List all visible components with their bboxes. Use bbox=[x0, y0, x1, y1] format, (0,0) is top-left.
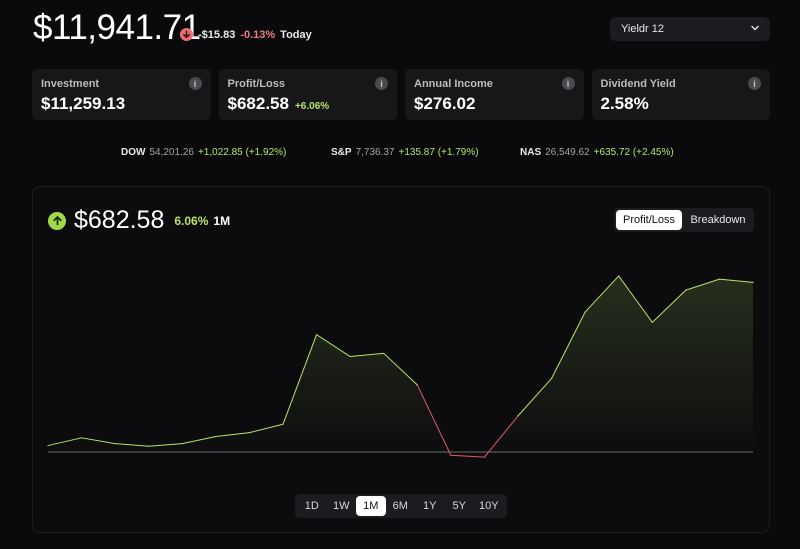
chart-point bbox=[450, 454, 452, 456]
chart-point bbox=[215, 435, 217, 438]
range-5y[interactable]: 5Y bbox=[445, 496, 475, 516]
chart-point bbox=[114, 443, 116, 445]
chart-point bbox=[718, 278, 721, 280]
chart-point bbox=[248, 432, 251, 434]
range-10y[interactable]: 10Y bbox=[474, 496, 504, 516]
performance-chart bbox=[47, 275, 754, 458]
chart-area-fill bbox=[48, 275, 753, 458]
chart-point bbox=[584, 311, 586, 313]
chart-point bbox=[685, 289, 687, 291]
chart-point bbox=[282, 423, 284, 425]
chart-point bbox=[383, 352, 385, 354]
chart-point bbox=[47, 444, 49, 447]
chart-point bbox=[148, 445, 150, 447]
chart-point bbox=[349, 355, 351, 358]
chart-point bbox=[181, 443, 183, 445]
chart-point bbox=[315, 334, 318, 336]
chart-point bbox=[752, 281, 754, 283]
range-1d[interactable]: 1D bbox=[297, 496, 327, 516]
range-1m[interactable]: 1M bbox=[356, 496, 386, 516]
chart-point bbox=[517, 415, 519, 417]
time-range-selector: 1D 1W 1M 6M 1Y 5Y 10Y bbox=[295, 494, 507, 518]
chart-point bbox=[618, 275, 620, 277]
chart-point bbox=[483, 456, 486, 458]
chart-point bbox=[80, 437, 83, 439]
chart-point bbox=[651, 321, 653, 323]
chart-point bbox=[416, 384, 418, 386]
chart-point bbox=[550, 377, 553, 380]
range-6m[interactable]: 6M bbox=[386, 496, 416, 516]
range-1w[interactable]: 1W bbox=[327, 496, 357, 516]
range-1y[interactable]: 1Y bbox=[415, 496, 445, 516]
